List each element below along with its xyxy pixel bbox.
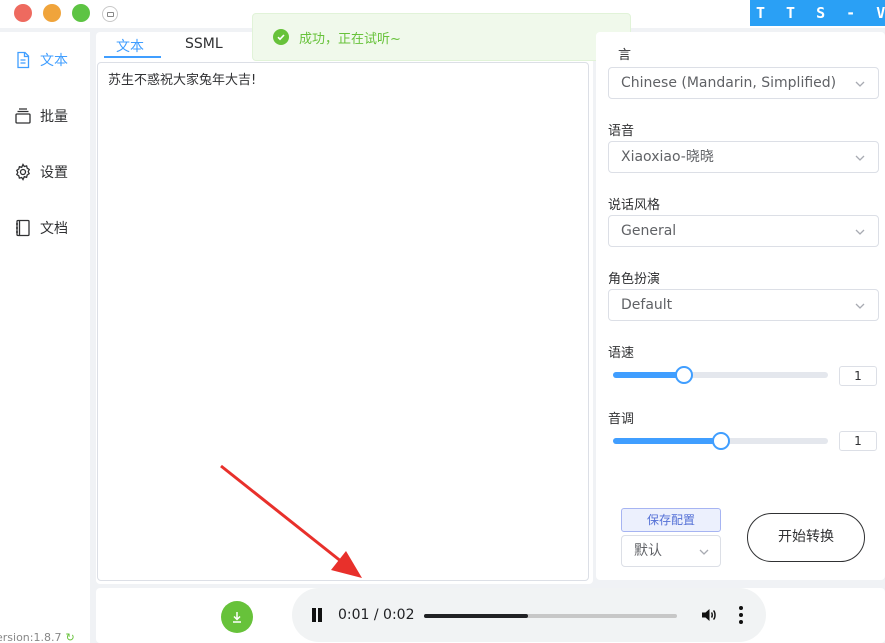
document-icon <box>17 51 30 69</box>
start-convert-button[interactable]: 开始转换 <box>747 513 865 562</box>
tab-text[interactable]: 文本 <box>116 36 144 56</box>
app-brand: T T S - V U E <box>750 0 885 26</box>
sidebar-item-label: 文本 <box>40 53 68 69</box>
language-select[interactable]: Chinese (Mandarin, Simplified) <box>608 67 879 99</box>
close-window-button[interactable] <box>14 4 32 22</box>
chevron-down-icon <box>699 549 709 555</box>
chevron-down-icon <box>855 229 865 235</box>
gear-icon <box>15 163 31 181</box>
sidebar-item-batch[interactable]: 批量 <box>14 104 68 128</box>
active-tab-indicator <box>104 56 161 58</box>
toast-message: 成功，正在试听~ <box>299 31 401 47</box>
sidebar-item-label: 批量 <box>40 109 68 125</box>
playback-time: 0:01 / 0:02 <box>338 607 415 623</box>
download-icon <box>233 612 241 623</box>
sidebar-item-label: 文档 <box>40 221 68 237</box>
rate-slider[interactable] <box>613 366 828 384</box>
pause-button[interactable] <box>310 608 324 622</box>
volume-icon[interactable] <box>700 606 718 624</box>
role-value: Default <box>621 297 673 313</box>
save-config-button[interactable]: 保存配置 <box>621 508 721 532</box>
monitor-icon[interactable] <box>102 6 118 22</box>
sidebar-item-label: 设置 <box>40 165 68 181</box>
voice-select[interactable]: Xiaoxiao-晓晓 <box>608 141 879 173</box>
more-options-icon[interactable] <box>738 606 744 624</box>
chevron-down-icon <box>855 81 865 87</box>
text-editor-panel: 文本 SSML 苏生不惑祝大家兔年大吉! <box>96 32 593 584</box>
sidebar-item-settings[interactable]: 设置 <box>14 160 68 184</box>
style-select[interactable]: General <box>608 215 879 247</box>
chevron-down-icon <box>855 303 865 309</box>
sidebar-item-docs[interactable]: 文档 <box>14 216 68 240</box>
chevron-down-icon <box>855 155 865 161</box>
pitch-slider-handle[interactable] <box>711 432 730 450</box>
voice-value: Xiaoxiao-晓晓 <box>621 149 714 165</box>
playback-progress-bar[interactable] <box>424 614 677 618</box>
maximize-window-button[interactable] <box>72 4 90 22</box>
style-value: General <box>621 223 677 239</box>
playback-progress-fill <box>424 614 528 618</box>
bottom-bar: 0:01 / 0:02 <box>96 588 885 643</box>
check-circle-icon <box>273 29 289 45</box>
preset-value: 默认 <box>634 543 662 559</box>
pitch-slider-fill <box>613 438 721 444</box>
rate-slider-handle[interactable] <box>674 366 693 384</box>
voice-label: 语音 <box>608 124 635 139</box>
rate-value-input[interactable]: 1 <box>839 366 877 386</box>
preset-select[interactable]: 默认 <box>621 535 721 567</box>
pitch-label: 音调 <box>608 412 635 427</box>
pitch-value-input[interactable]: 1 <box>839 431 877 451</box>
rate-label: 语速 <box>608 346 635 361</box>
role-label: 角色扮演 <box>608 272 661 287</box>
role-select[interactable]: Default <box>608 289 879 321</box>
settings-panel: 言 Chinese (Mandarin, Simplified) 语音 Xiao… <box>596 32 885 580</box>
refresh-icon[interactable]: ↻ <box>65 631 74 643</box>
tab-ssml[interactable]: SSML <box>185 36 223 52</box>
version-label: ersion:1.8.7 ↻ <box>0 631 75 643</box>
style-label: 说话风格 <box>608 198 661 213</box>
sidebar: 文本 批量 设置 文档 ersion:1.8.7 ↻ <box>0 32 90 643</box>
pitch-slider[interactable] <box>613 432 828 450</box>
text-input-area[interactable]: 苏生不惑祝大家兔年大吉! <box>97 62 589 581</box>
sidebar-item-text[interactable]: 文本 <box>14 48 68 72</box>
stack-icon <box>15 108 31 124</box>
download-button[interactable] <box>221 601 253 633</box>
success-toast: 成功，正在试听~ <box>252 13 631 61</box>
book-icon <box>16 219 30 237</box>
language-value: Chinese (Mandarin, Simplified) <box>621 75 837 91</box>
minimize-window-button[interactable] <box>43 4 61 22</box>
audio-player: 0:01 / 0:02 <box>292 588 766 642</box>
rate-slider-fill <box>613 372 684 378</box>
language-label: 言 <box>618 48 632 63</box>
version-text: ersion:1.8.7 <box>0 631 62 643</box>
